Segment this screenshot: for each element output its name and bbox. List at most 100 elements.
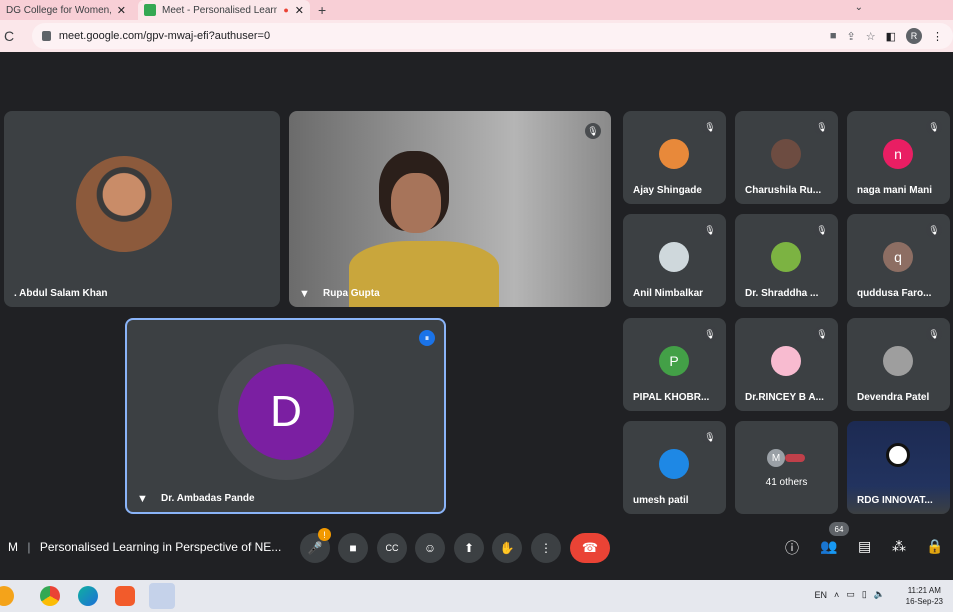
- chrome-profile-icon[interactable]: [149, 583, 175, 609]
- participant-tile[interactable]: 🎙 Devendra Patel: [847, 318, 950, 411]
- participant-avatar: [771, 346, 801, 376]
- avatar-initial: P: [669, 353, 679, 369]
- recording-dot-icon: ●: [283, 5, 289, 15]
- participant-avatar: [883, 346, 913, 376]
- participant-name: Dr.RINCEY B A...: [745, 392, 824, 403]
- browser-menu-icon[interactable]: ⋮: [932, 30, 943, 43]
- language-indicator[interactable]: EN: [815, 590, 828, 600]
- participant-avatar: [659, 242, 689, 272]
- participant-photo: [76, 156, 172, 252]
- avatar-initial: D: [270, 387, 302, 436]
- meeting-controls-bar: M | Personalised Learning in Perspective…: [0, 520, 953, 580]
- participant-tile[interactable]: 🎙 umesh patil: [623, 421, 726, 514]
- captions-button[interactable]: CC: [377, 533, 407, 563]
- tab-search-icon[interactable]: ⌄: [855, 2, 863, 13]
- battery-icon[interactable]: ▯: [862, 589, 867, 600]
- mic-off-icon: 🎙: [814, 326, 830, 342]
- participant-name: Rupa Gupta: [323, 288, 380, 299]
- divider: |: [27, 540, 31, 554]
- leave-call-button[interactable]: ☎: [570, 533, 610, 563]
- camera-in-use-icon[interactable]: ■: [830, 30, 837, 42]
- mic-off-icon: 🎙: [702, 119, 718, 135]
- clock[interactable]: 11:21 AM 16-Sep-23: [906, 585, 943, 607]
- participant-tile[interactable]: 🎙 Dr. Shraddha ...: [735, 214, 838, 307]
- app-icon[interactable]: [0, 586, 14, 606]
- mic-off-icon: 🎙: [926, 119, 942, 135]
- volume-icon[interactable]: 🔈: [874, 589, 885, 600]
- participant-name: quddusa Faro...: [857, 288, 932, 299]
- profile-avatar[interactable]: R: [906, 28, 922, 44]
- participant-tile[interactable]: 🎙 q quddusa Faro...: [847, 214, 950, 307]
- avatar-initial: q: [894, 249, 902, 265]
- browser-tab-college[interactable]: DG College for Women, Akol ✕: [0, 0, 132, 20]
- participant-name: RDG INNOVAT...: [857, 495, 933, 506]
- present-button[interactable]: ⬆: [454, 533, 484, 563]
- pin-icon[interactable]: ▼: [299, 288, 310, 300]
- mic-off-icon: 🎙: [814, 119, 830, 135]
- camera-button[interactable]: ■: [338, 533, 368, 563]
- meeting-title: M | Personalised Learning in Perspective…: [8, 540, 281, 554]
- chat-icon[interactable]: ▤: [858, 538, 871, 555]
- browser-tab-meet[interactable]: Meet - Personalised Learning in ● ✕: [138, 0, 310, 20]
- participant-name: Ajay Shingade: [633, 185, 702, 196]
- participant-name: Charushila Ru...: [745, 185, 822, 196]
- lock-icon[interactable]: [41, 31, 51, 41]
- video-tile-rupa[interactable]: 🎙 ▼ Rupa Gupta: [289, 111, 611, 307]
- participant-tile[interactable]: 🎙 Anil Nimbalkar: [623, 214, 726, 307]
- participant-avatar: [659, 449, 689, 479]
- os-taskbar: EN ˄ ▭ ▯ 🔈 11:21 AM 16-Sep-23: [0, 580, 953, 612]
- share-icon[interactable]: ⇪: [847, 30, 856, 43]
- url-text[interactable]: meet.google.com/gpv-mwaj-efi?authuser=0: [59, 30, 822, 42]
- video-tile-rdg[interactable]: RDG INNOVAT...: [847, 421, 950, 514]
- meeting-time: M: [8, 540, 18, 554]
- browser-tab-bar: DG College for Women, Akol ✕ Meet - Pers…: [0, 0, 953, 20]
- new-tab-button[interactable]: +: [318, 2, 326, 18]
- participant-avatar: D: [238, 364, 334, 460]
- participant-avatar: [771, 139, 801, 169]
- avatar-initial: M: [771, 452, 781, 464]
- network-icon[interactable]: ▭: [846, 589, 855, 600]
- participant-avatar: q: [883, 242, 913, 272]
- address-bar[interactable]: meet.google.com/gpv-mwaj-efi?authuser=0 …: [31, 23, 953, 49]
- bookmark-star-icon[interactable]: ☆: [866, 30, 876, 43]
- emoji-button[interactable]: ☺: [415, 533, 445, 563]
- participant-name: naga mani Mani: [857, 185, 933, 196]
- tab-title: DG College for Women, Akol: [6, 4, 111, 16]
- participant-avatar: [771, 242, 801, 272]
- side-panel-icon[interactable]: ◧: [886, 30, 896, 43]
- chevron-up-icon[interactable]: ˄: [834, 590, 839, 600]
- pin-icon[interactable]: ▼: [137, 493, 148, 505]
- raise-hand-button[interactable]: ✋: [492, 533, 522, 563]
- people-icon[interactable]: 👥: [820, 538, 837, 555]
- participant-tile[interactable]: 🎙 Dr.RINCEY B A...: [735, 318, 838, 411]
- meeting-info-icon[interactable]: ⓘ: [785, 538, 799, 558]
- participant-tile[interactable]: 🎙 Charushila Ru...: [735, 111, 838, 204]
- mic-off-icon: 🎙: [814, 222, 830, 238]
- participant-name: Devendra Patel: [857, 392, 930, 403]
- activities-icon[interactable]: ⁂: [892, 538, 906, 555]
- mic-off-icon: 🎙: [702, 222, 718, 238]
- participant-video: [349, 151, 499, 307]
- meeting-title-text: Personalised Learning in Perspective of …: [39, 540, 282, 554]
- mic-off-icon: 🎙: [926, 222, 942, 238]
- participant-tile[interactable]: 🎙 n naga mani Mani: [847, 111, 950, 204]
- reload-icon[interactable]: C: [4, 28, 20, 44]
- others-tile[interactable]: M 41 others: [735, 421, 838, 514]
- avatar-initial: n: [894, 146, 902, 162]
- host-controls-icon[interactable]: 🔒: [926, 538, 943, 555]
- close-tab-icon[interactable]: ✕: [117, 4, 126, 17]
- close-tab-icon[interactable]: ✕: [295, 4, 304, 17]
- participant-name: Dr. Ambadas Pande: [161, 493, 255, 504]
- participant-name: . Abdul Salam Khan: [14, 288, 108, 299]
- edge-icon[interactable]: [78, 586, 98, 606]
- video-tile-ambadas[interactable]: D ⏸ ▼ Dr. Ambadas Pande: [125, 318, 446, 514]
- people-count-badge: 64: [829, 522, 849, 536]
- rdg-logo: [886, 443, 910, 467]
- participant-tile[interactable]: 🎙 Ajay Shingade: [623, 111, 726, 204]
- video-tile-abdul[interactable]: . Abdul Salam Khan: [4, 111, 280, 307]
- chrome-icon[interactable]: [40, 586, 60, 606]
- participant-tile[interactable]: 🎙 P PIPAL KHOBR...: [623, 318, 726, 411]
- more-options-button[interactable]: ⋮: [531, 533, 561, 563]
- brave-icon[interactable]: [115, 586, 135, 606]
- warning-icon: !: [318, 528, 331, 541]
